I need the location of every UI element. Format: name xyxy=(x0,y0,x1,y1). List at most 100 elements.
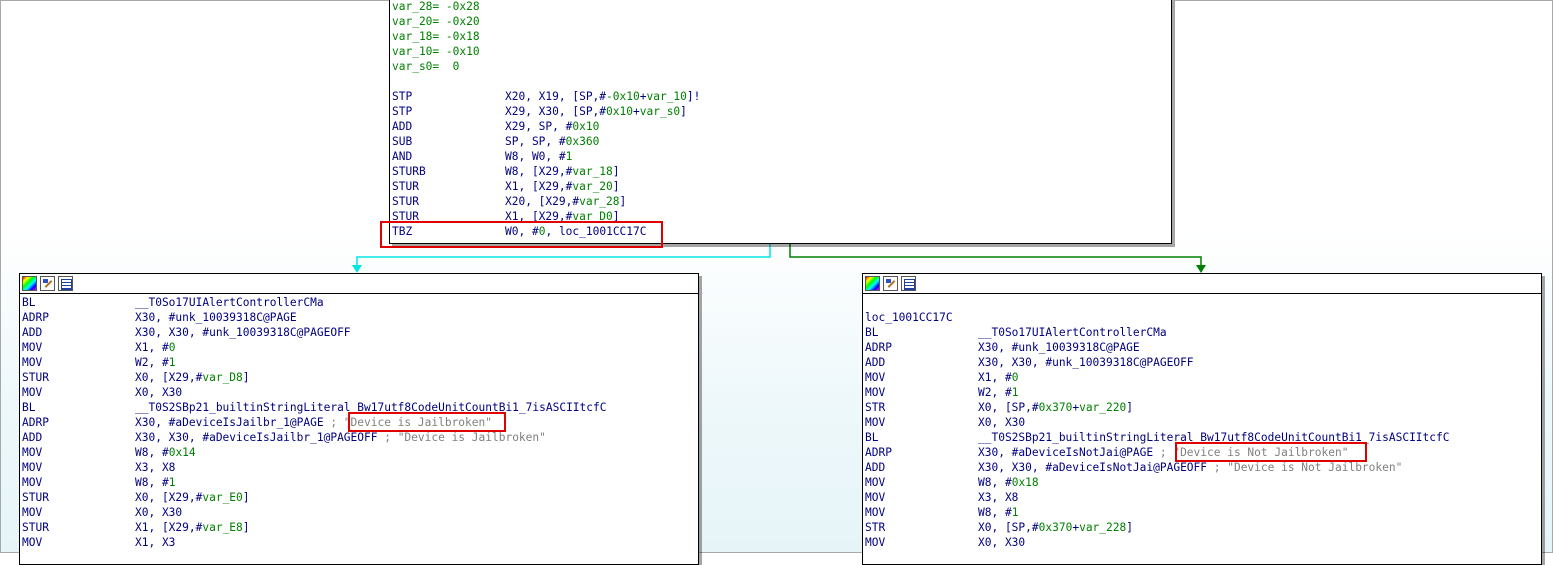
instruction-line[interactable]: MOV W8, #1 xyxy=(863,505,1541,520)
operands: X0, [X29,#var_D8] xyxy=(135,371,250,384)
instruction-line[interactable]: STUR X0, [X29,#var_E0] xyxy=(20,490,698,505)
stack-var: var_28= -0x28 xyxy=(392,0,480,13)
instruction-line[interactable]: STUR X1, [X29,#var_E8] xyxy=(20,520,698,535)
instruction-line[interactable]: MOV W8, #1 xyxy=(20,475,698,490)
mnemonic: SUB xyxy=(392,135,413,148)
mnemonic: STP xyxy=(392,90,413,103)
mnemonic: MOV xyxy=(22,446,43,459)
operands: X30, #unk_10039318C@PAGE xyxy=(135,311,297,324)
mnemonic: ADD xyxy=(22,326,43,339)
instruction-line[interactable]: STP X20, X19, [SP,#-0x10+var_10]! xyxy=(390,89,1171,104)
mnemonic: MOV xyxy=(865,491,886,504)
instruction-line[interactable]: SUB SP, SP, #0x360 xyxy=(390,134,1171,149)
mnemonic: STR xyxy=(865,401,886,414)
instruction-line[interactable]: ADD X30, X30, #aDeviceIsNotJai@PAGEOFF ; … xyxy=(863,460,1541,475)
instruction-line[interactable]: ADRP X30, #unk_10039318C@PAGE xyxy=(20,310,698,325)
group-nodes-icon[interactable] xyxy=(901,276,916,291)
highlight-not-jailbroken-string xyxy=(1175,442,1367,462)
stack-var-line[interactable]: var_28= -0x28 xyxy=(390,0,1171,14)
instruction-line[interactable]: ADD X30, X30, #aDeviceIsJailbr_1@PAGEOFF … xyxy=(20,430,698,445)
instruction-line[interactable]: MOV X0, X30 xyxy=(20,385,698,400)
mnemonic: ADD xyxy=(22,431,43,444)
mnemonic: MOV xyxy=(865,536,886,549)
operands: X20, X19, [SP,#-0x10+var_10]! xyxy=(505,90,701,103)
stack-var: var_18= -0x18 xyxy=(392,30,480,43)
operands: X30, X30, #aDeviceIsJailbr_1@PAGEOFF ; "… xyxy=(135,431,546,444)
mnemonic: BL xyxy=(22,401,36,414)
instruction-line[interactable]: STUR X1, [X29,#var_20] xyxy=(390,179,1171,194)
instruction-line[interactable]: STR X0, [SP,#0x370+var_220] xyxy=(863,400,1541,415)
rename-block-icon[interactable] xyxy=(40,276,55,291)
rename-block-icon[interactable] xyxy=(883,276,898,291)
operands: X29, SP, #0x10 xyxy=(505,120,600,133)
operands: W8, #0x14 xyxy=(135,446,196,459)
instruction-line[interactable]: AND W8, W0, #1 xyxy=(390,149,1171,164)
operands: X1, X3 xyxy=(135,536,176,549)
color-palette-icon[interactable] xyxy=(22,276,37,291)
edge-true-branch xyxy=(789,244,1202,267)
instruction-line[interactable]: MOV X0, X30 xyxy=(20,505,698,520)
instruction-line[interactable]: ADD X30, X30, #unk_10039318C@PAGEOFF xyxy=(20,325,698,340)
mnemonic: MOV xyxy=(22,341,43,354)
instruction-line[interactable]: MOV W8, #0x14 xyxy=(20,445,698,460)
instruction-line[interactable]: BL __T0So17UIAlertControllerCMa xyxy=(20,295,698,310)
operands: X0, [SP,#0x370+var_228] xyxy=(978,521,1133,534)
mnemonic: BL xyxy=(22,296,36,309)
stack-var-line[interactable]: var_18= -0x18 xyxy=(390,29,1171,44)
stack-var-line[interactable]: var_10= -0x10 xyxy=(390,44,1171,59)
operands: W2, #1 xyxy=(978,386,1019,399)
stack-var: var_10= -0x10 xyxy=(392,45,480,58)
instruction-line[interactable]: MOV X1, #0 xyxy=(20,340,698,355)
instruction-line[interactable]: MOV W2, #1 xyxy=(20,355,698,370)
instruction-line[interactable]: STR X0, [SP,#0x370+var_228] xyxy=(863,520,1541,535)
instruction-line[interactable]: MOV W8, #0x18 xyxy=(863,475,1541,490)
instruction-line[interactable]: ADD X29, SP, #0x10 xyxy=(390,119,1171,134)
color-palette-icon[interactable] xyxy=(865,276,880,291)
stack-var-line[interactable]: var_s0= 0 xyxy=(390,59,1171,74)
instruction-line[interactable]: BL __T0So17UIAlertControllerCMa xyxy=(863,325,1541,340)
highlight-jailbroken-string xyxy=(348,412,506,432)
operands: X30, X30, #unk_10039318C@PAGEOFF xyxy=(978,356,1194,369)
instruction-line[interactable]: MOV X1, X3 xyxy=(20,535,698,550)
instruction-line[interactable]: STUR X0, [X29,#var_D8] xyxy=(20,370,698,385)
operands: X1, [X29,#var_20] xyxy=(505,180,620,193)
mnemonic: MOV xyxy=(22,461,43,474)
group-nodes-icon[interactable] xyxy=(58,276,73,291)
mnemonic: ADD xyxy=(865,461,886,474)
operands: W8, #1 xyxy=(978,506,1019,519)
mnemonic: ADRP xyxy=(865,446,892,459)
stack-var: var_20= -0x20 xyxy=(392,15,480,28)
instruction-line[interactable]: MOV X0, X30 xyxy=(863,415,1541,430)
operands: X1, #0 xyxy=(135,341,176,354)
mnemonic: STUR xyxy=(22,371,49,384)
instruction-line[interactable]: MOV X0, X30 xyxy=(863,535,1541,550)
mnemonic: STR xyxy=(865,521,886,534)
mnemonic: STUR xyxy=(392,180,419,193)
operands: X29, X30, [SP,#0x10+var_s0] xyxy=(505,105,687,118)
mnemonic: MOV xyxy=(22,536,43,549)
instruction-line[interactable]: ADD X30, X30, #unk_10039318C@PAGEOFF xyxy=(863,355,1541,370)
instruction-line[interactable]: ADRP X30, #unk_10039318C@PAGE xyxy=(863,340,1541,355)
block-label-line[interactable]: loc_1001CC17C xyxy=(863,310,1541,325)
instruction-line[interactable]: MOV X1, #0 xyxy=(863,370,1541,385)
stack-var: var_s0= 0 xyxy=(392,60,460,73)
mnemonic: STUR xyxy=(22,521,49,534)
mnemonic: STURB xyxy=(392,165,426,178)
stack-var-line[interactable]: var_20= -0x20 xyxy=(390,14,1171,29)
mnemonic: ADD xyxy=(392,120,413,133)
instruction-line[interactable]: MOV X3, X8 xyxy=(20,460,698,475)
instruction-line[interactable]: STUR X20, [X29,#var_28] xyxy=(390,194,1171,209)
mnemonic: MOV xyxy=(865,476,886,489)
code-block-not-jailbroken[interactable]: loc_1001CC17C BL __T0So17UIAlertController… xyxy=(862,273,1542,565)
instruction-line[interactable]: STP X29, X30, [SP,#0x10+var_s0] xyxy=(390,104,1171,119)
operands: __T0So17UIAlertControllerCMa xyxy=(978,326,1167,339)
operands: X1, [X29,#var_E8] xyxy=(135,521,250,534)
mnemonic: MOV xyxy=(22,506,43,519)
instruction-line[interactable]: MOV W2, #1 xyxy=(863,385,1541,400)
instruction-line[interactable]: MOV X3, X8 xyxy=(863,490,1541,505)
code-block-entry[interactable]: var_28= -0x28 var_20= -0x20 var_18= -0x18 v… xyxy=(389,0,1172,244)
instruction-line[interactable]: STURB W8, [X29,#var_18] xyxy=(390,164,1171,179)
mnemonic: MOV xyxy=(22,356,43,369)
mnemonic: BL xyxy=(865,326,879,339)
operands: X0, [X29,#var_E0] xyxy=(135,491,250,504)
